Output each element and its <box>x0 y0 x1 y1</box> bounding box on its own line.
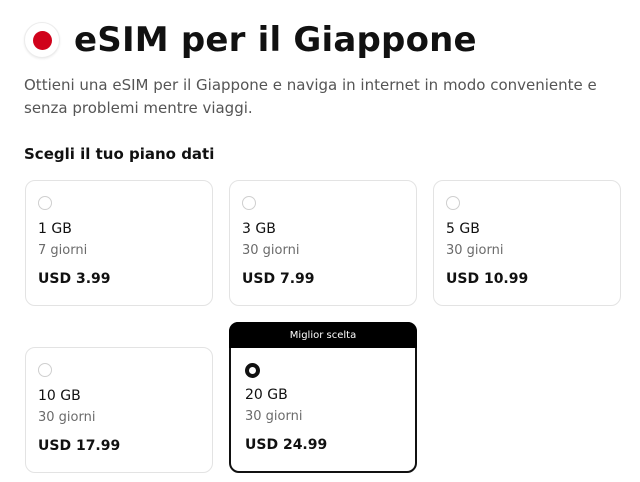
plan-data-amount: 20 GB <box>245 387 288 403</box>
plan-card-10gb[interactable]: 10 GB 30 giorni USD 17.99 <box>25 347 213 473</box>
plan-price: USD 24.99 <box>245 437 328 453</box>
plan-data-amount: 5 GB <box>446 221 480 237</box>
plan-data-amount: 3 GB <box>242 221 276 237</box>
best-choice-badge: Miglior scelta <box>229 322 417 348</box>
plan-duration: 30 giorni <box>245 409 303 424</box>
plan-radio[interactable] <box>242 196 256 210</box>
plan-data-amount: 1 GB <box>38 221 72 237</box>
plan-price: USD 3.99 <box>38 271 111 287</box>
plan-duration: 30 giorni <box>242 243 300 258</box>
plan-duration: 30 giorni <box>38 410 96 425</box>
plan-duration: 7 giorni <box>38 243 88 258</box>
plan-price: USD 10.99 <box>446 271 529 287</box>
plan-radio[interactable] <box>38 196 52 210</box>
plan-radio[interactable] <box>446 196 460 210</box>
plan-data-amount: 10 GB <box>38 388 81 404</box>
japan-flag-icon <box>24 22 60 58</box>
plan-duration: 30 giorni <box>446 243 504 258</box>
plan-card-20gb[interactable]: Miglior scelta 20 GB 30 giorni USD 24.99 <box>229 322 417 473</box>
section-label: Scegli il tuo piano dati <box>24 145 215 163</box>
plan-price: USD 7.99 <box>242 271 315 287</box>
plan-price: USD 17.99 <box>38 438 121 454</box>
plan-card-5gb[interactable]: 5 GB 30 giorni USD 10.99 <box>433 180 621 306</box>
plan-radio[interactable] <box>38 363 52 377</box>
page-title: eSIM per il Giappone <box>74 20 477 60</box>
plan-card-1gb[interactable]: 1 GB 7 giorni USD 3.99 <box>25 180 213 306</box>
plan-radio-selected[interactable] <box>245 363 260 378</box>
plan-card-3gb[interactable]: 3 GB 30 giorni USD 7.99 <box>229 180 417 306</box>
page-description: Ottieni una eSIM per il Giappone e navig… <box>24 76 597 117</box>
page-header: eSIM per il Giappone <box>24 18 477 62</box>
